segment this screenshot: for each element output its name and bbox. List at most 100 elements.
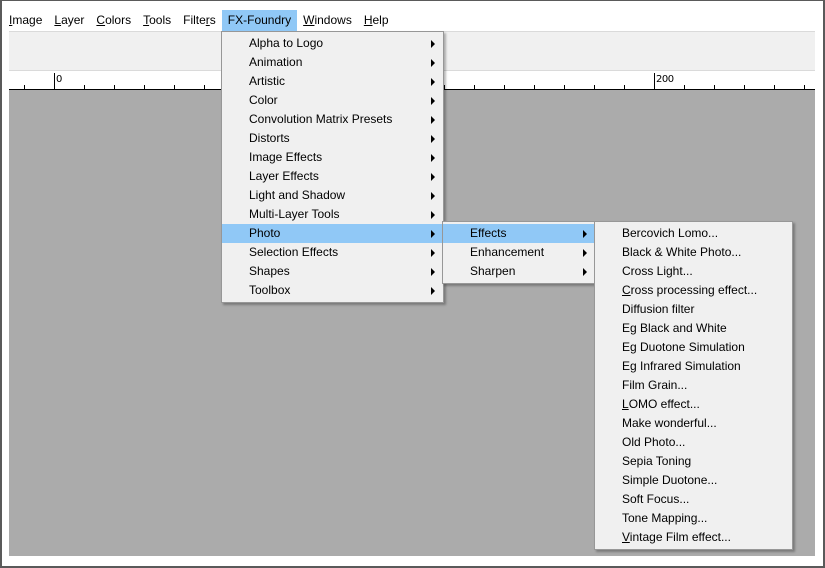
- menu-item-label: Cross Light...: [622, 264, 693, 278]
- menu-label-rest: OMO effect...: [628, 397, 700, 411]
- submenu-arrow-icon: [583, 249, 587, 257]
- menu-item-label: Sepia Toning: [622, 454, 692, 468]
- menu-item-label: Vintage Film effect...: [622, 528, 731, 547]
- menu-item-label: Multi-Layer Tools: [249, 207, 340, 221]
- menu-item-artistic[interactable]: Artistic: [222, 72, 443, 91]
- menu-layer[interactable]: Layer: [48, 10, 90, 31]
- menu-item-photo[interactable]: Photo: [222, 224, 443, 243]
- ruler-major-tick: [654, 73, 655, 89]
- menu-item-label: Film Grain...: [622, 378, 688, 392]
- menu-item-eg-black-and-white[interactable]: Eg Black and White: [595, 319, 792, 338]
- menu-item-soft-focus[interactable]: Soft Focus...: [595, 490, 792, 509]
- menu-item-label: LOMO effect...: [622, 395, 700, 414]
- menu-item-diffusion-filter[interactable]: Diffusion filter: [595, 300, 792, 319]
- ruler-minor-tick: [594, 85, 595, 89]
- menu-item-lomo-effect[interactable]: LOMO effect...: [595, 395, 792, 414]
- menu-item-convolution-matrix-presets[interactable]: Convolution Matrix Presets: [222, 110, 443, 129]
- menu-item-distorts[interactable]: Distorts: [222, 129, 443, 148]
- menu-item-enhancement[interactable]: Enhancement: [443, 243, 595, 262]
- menu-item-label: Artistic: [249, 74, 285, 88]
- submenu-arrow-icon: [431, 97, 435, 105]
- menu-item-label: Eg Duotone Simulation: [622, 340, 745, 354]
- submenu-arrow-icon: [431, 40, 435, 48]
- menu-colors[interactable]: Colors: [90, 10, 137, 31]
- menu-filters[interactable]: Filters: [177, 10, 222, 31]
- menu-label: FX-Foundry: [227, 13, 292, 27]
- menu-item-image-effects[interactable]: Image Effects: [222, 148, 443, 167]
- menu-label-rest: intage Film effect...: [629, 530, 731, 544]
- submenu-arrow-icon: [431, 154, 435, 162]
- menu-item-label: Sharpen: [470, 264, 516, 278]
- menu-item-label: Layer Effects: [249, 169, 319, 183]
- menu-item-label: Black & White Photo...: [622, 245, 742, 259]
- menu-windows[interactable]: Windows: [297, 10, 358, 31]
- menu-item-alpha-to-logo[interactable]: Alpha to Logo: [222, 34, 443, 53]
- menu-item-label: Eg Infrared Simulation: [622, 359, 741, 373]
- mnemonic: C: [96, 13, 106, 27]
- menu-item-label: Simple Duotone...: [622, 473, 718, 487]
- menu-item-color[interactable]: Color: [222, 91, 443, 110]
- submenu-arrow-icon: [431, 230, 435, 238]
- menu-tools[interactable]: Tools: [137, 10, 177, 31]
- menu-item-label: Photo: [249, 226, 281, 240]
- menu-item-label: Cross processing effect...: [622, 281, 757, 300]
- menu-label-rest: ools: [149, 13, 172, 27]
- menu-item-old-photo[interactable]: Old Photo...: [595, 433, 792, 452]
- menu-image[interactable]: Image: [3, 10, 48, 31]
- submenu-arrow-icon: [431, 173, 435, 181]
- menu-item-effects[interactable]: Effects: [443, 224, 595, 243]
- menu-item-label: Toolbox: [249, 283, 291, 297]
- menu-item-film-grain[interactable]: Film Grain...: [595, 376, 792, 395]
- ruler-minor-tick: [204, 85, 205, 89]
- submenu-arrow-icon: [431, 116, 435, 124]
- mnemonic: C: [622, 283, 631, 297]
- menu-item-multi-layer-tools[interactable]: Multi-Layer Tools: [222, 205, 443, 224]
- photo-submenu: Effects Enhancement Sharpen: [442, 221, 596, 284]
- ruler-minor-tick: [24, 85, 25, 89]
- menu-help[interactable]: Help: [358, 10, 395, 31]
- menu-item-sharpen[interactable]: Sharpen: [443, 262, 595, 281]
- menu-item-label: Image Effects: [249, 150, 323, 164]
- ruler-minor-tick: [534, 85, 535, 89]
- menu-item-selection-effects[interactable]: Selection Effects: [222, 243, 443, 262]
- menu-item-shapes[interactable]: Shapes: [222, 262, 443, 281]
- submenu-arrow-icon: [431, 287, 435, 295]
- fx-foundry-menu: Alpha to Logo Animation Artistic Color C…: [221, 31, 444, 303]
- menu-label-rest: mage: [12, 13, 43, 27]
- menu-item-toolbox[interactable]: Toolbox: [222, 281, 443, 300]
- effects-submenu: Bercovich Lomo... Black & White Photo...…: [594, 221, 793, 550]
- menu-item-bercovich-lomo[interactable]: Bercovich Lomo...: [595, 224, 792, 243]
- submenu-arrow-icon: [431, 59, 435, 67]
- ruler-minor-tick: [684, 85, 685, 89]
- ruler-minor-tick: [744, 85, 745, 89]
- ruler-minor-tick: [714, 85, 715, 89]
- menu-item-vintage-film-effect[interactable]: Vintage Film effect...: [595, 528, 792, 547]
- menu-item-animation[interactable]: Animation: [222, 53, 443, 72]
- menu-item-tone-mapping[interactable]: Tone Mapping...: [595, 509, 792, 528]
- ruler-label: 0: [56, 74, 62, 85]
- menu-item-label: Light and Shadow: [249, 188, 346, 202]
- menu-item-label: Selection Effects: [249, 245, 339, 259]
- menu-item-layer-effects[interactable]: Layer Effects: [222, 167, 443, 186]
- menu-item-label: Eg Black and White: [622, 321, 727, 335]
- menu-item-black-white-photo[interactable]: Black & White Photo...: [595, 243, 792, 262]
- menu-fx-foundry[interactable]: FX-Foundry: [221, 10, 298, 31]
- menu-item-eg-duotone-simulation[interactable]: Eg Duotone Simulation: [595, 338, 792, 357]
- menu-label-rest: olors: [105, 13, 132, 27]
- menu-item-label: Effects: [470, 226, 507, 240]
- menubar: Image Layer Colors Tools Filters FX-Foun…: [3, 10, 395, 31]
- menu-item-label: Bercovich Lomo...: [622, 226, 719, 240]
- submenu-arrow-icon: [431, 268, 435, 276]
- menu-item-cross-light[interactable]: Cross Light...: [595, 262, 792, 281]
- ruler-minor-tick: [144, 85, 145, 89]
- menu-item-eg-infrared-simulation[interactable]: Eg Infrared Simulation: [595, 357, 792, 376]
- menu-item-light-and-shadow[interactable]: Light and Shadow: [222, 186, 443, 205]
- ruler-minor-tick: [504, 85, 505, 89]
- ruler-minor-tick: [774, 85, 775, 89]
- submenu-arrow-icon: [583, 268, 587, 276]
- menu-item-sepia-toning[interactable]: Sepia Toning: [595, 452, 792, 471]
- menu-item-cross-processing-effect[interactable]: Cross processing effect...: [595, 281, 792, 300]
- menu-item-label: Distorts: [249, 131, 290, 145]
- menu-item-simple-duotone[interactable]: Simple Duotone...: [595, 471, 792, 490]
- menu-item-make-wonderful[interactable]: Make wonderful...: [595, 414, 792, 433]
